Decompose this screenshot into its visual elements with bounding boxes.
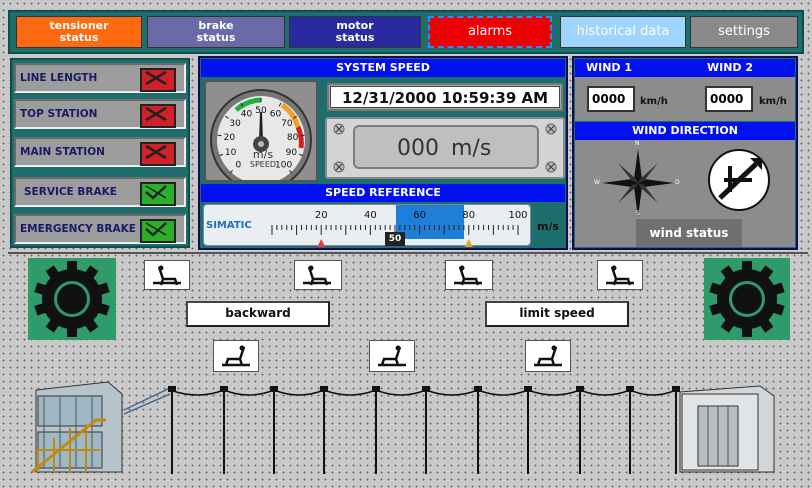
chair-icon: [525, 340, 571, 372]
status-row-service-brake: SERVICE BRAKE: [14, 177, 186, 207]
gauge-tick-label: 20: [224, 133, 236, 143]
speed-reference-slider[interactable]: 20 40 60 80 100: [203, 204, 531, 247]
compass-east: O: [675, 179, 680, 186]
ok-flag-icon: [140, 219, 176, 243]
gauge-label: SPEED: [249, 160, 277, 169]
main-station-building-icon: [30, 380, 126, 476]
speed-readout: 000 m/s: [353, 125, 539, 169]
status-label: EMERGENCY BRAKE: [20, 223, 136, 235]
slider-tick-label: 80: [462, 210, 475, 221]
slider-limit-marker: [317, 239, 326, 247]
chair-icon: [144, 260, 190, 290]
system-speed-title: SYSTEM SPEED: [201, 59, 565, 77]
gauge-tick-label: 70: [281, 119, 293, 129]
wind-1-label: WIND 1: [586, 61, 633, 74]
top-station-building-icon: [676, 382, 776, 474]
chair-icon: [597, 260, 643, 290]
settings-button[interactable]: settings: [690, 16, 798, 48]
gauge-tick-label: 10: [225, 148, 237, 158]
status-row-top-station: TOP STATION: [14, 99, 186, 129]
ok-flag-icon: [140, 182, 176, 206]
wind-2-value: 0000: [705, 86, 753, 112]
wind-2-unit: km/h: [759, 96, 787, 107]
slider-tick-label: 100: [508, 210, 527, 221]
wind-status-button[interactable]: wind status: [636, 219, 742, 247]
status-row-emergency-brake: EMERGENCY BRAKE: [14, 214, 186, 244]
chair-icon: [294, 260, 342, 290]
compass-south: S: [636, 210, 640, 217]
slider-limit-marker: [464, 239, 473, 247]
brake-status-button[interactable]: brake status: [147, 16, 285, 48]
right-drive-gear-icon: [704, 258, 790, 340]
wind-direction-title: WIND DIRECTION: [575, 122, 795, 140]
limit-speed-button[interactable]: limit speed: [485, 301, 629, 327]
status-row-line-length: LINE LENGTH: [14, 63, 186, 93]
compass-west: W: [594, 179, 600, 186]
wind-1-unit: km/h: [640, 96, 668, 107]
status-row-main-station: MAIN STATION: [14, 137, 186, 167]
historical-data-button[interactable]: historical data: [560, 16, 686, 48]
chair-icon: [369, 340, 415, 372]
gauge-tick-label: 30: [229, 119, 241, 129]
fault-flag-icon: [140, 142, 176, 166]
status-label: LINE LENGTH: [20, 72, 98, 84]
alarms-button[interactable]: alarms: [428, 16, 552, 48]
gauge-tick-mark: [217, 134, 222, 137]
status-label: SERVICE BRAKE: [24, 186, 117, 198]
speed-reference-title: SPEED REFERENCE: [201, 184, 565, 202]
speed-readout-frame: 000 m/s: [325, 117, 565, 179]
gauge-tick-label: 60: [270, 110, 282, 120]
gauge-tick-label: 80: [287, 133, 299, 143]
gauge-tick-label: 40: [241, 110, 253, 120]
reference-unit: m/s: [537, 220, 560, 233]
status-label: TOP STATION: [20, 108, 98, 120]
slider-tick-label: 40: [364, 210, 377, 221]
chair-icon: [213, 340, 259, 372]
wind-2-label: WIND 2: [707, 61, 754, 74]
left-drive-gear-icon: [28, 258, 116, 340]
status-label: MAIN STATION: [20, 146, 105, 158]
slider-value: 50: [385, 232, 405, 246]
wind-1-value: 0000: [587, 86, 635, 112]
chair-icon: [445, 260, 493, 290]
compass-north: N: [635, 140, 640, 147]
motor-status-button[interactable]: motor status: [289, 16, 421, 48]
gauge-tick-mark: [300, 134, 305, 137]
cable-line: [120, 380, 690, 476]
slider-tick-label: 20: [315, 210, 328, 221]
section-divider: [8, 252, 808, 254]
slider-scale: 20 40 60 80 100: [271, 205, 528, 247]
backward-button[interactable]: backward: [186, 301, 330, 327]
compass-rose-icon: [598, 147, 678, 219]
datetime-display: 12/31/2000 10:59:39 AM: [330, 86, 560, 108]
wind-direction-arrow-icon: [706, 148, 772, 212]
speed-value: 000: [397, 136, 439, 161]
tensioner-status-button[interactable]: tensioner status: [16, 16, 142, 48]
fault-flag-icon: [140, 104, 176, 128]
simatic-logo: SIMATIC: [206, 220, 252, 231]
fault-flag-icon: [140, 68, 176, 92]
speed-unit: m/s: [451, 136, 492, 161]
slider-tick-label: 60: [413, 210, 426, 221]
